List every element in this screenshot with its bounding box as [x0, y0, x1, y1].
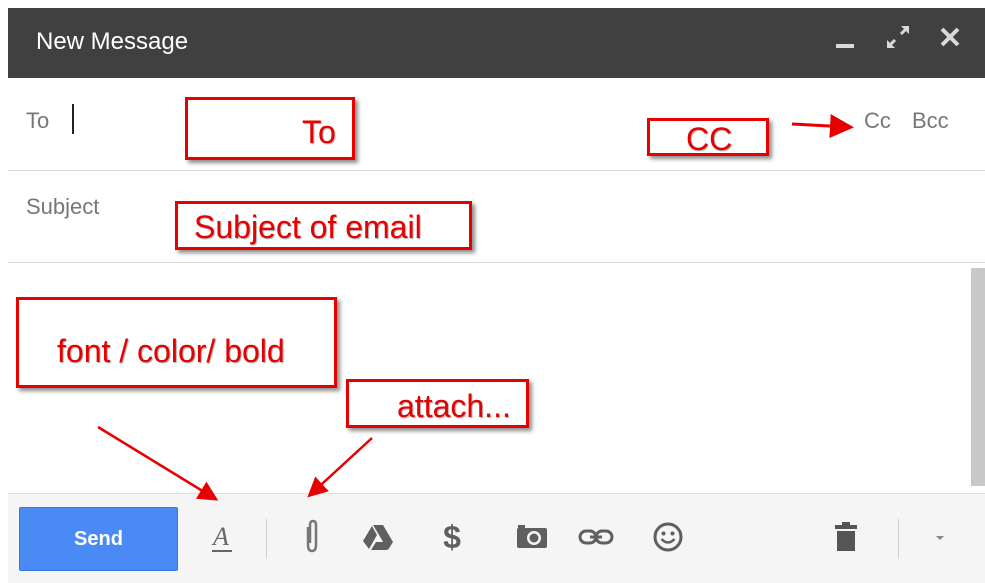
to-row[interactable]: To Cc Bcc: [8, 78, 985, 171]
minimize-button[interactable]: [832, 18, 860, 52]
drive-icon: [363, 525, 393, 550]
discard-button[interactable]: [826, 514, 866, 560]
send-button[interactable]: Send: [19, 507, 178, 571]
body-scrollbar[interactable]: [971, 268, 985, 486]
photo-button[interactable]: [512, 514, 552, 560]
photo-icon: [517, 525, 547, 548]
link-button[interactable]: [576, 514, 616, 560]
close-icon: [940, 27, 960, 47]
annotation-to: To: [185, 97, 355, 160]
cc-link[interactable]: Cc: [864, 108, 891, 134]
minimize-icon: [836, 44, 854, 48]
annotation-attach-text: attach...: [397, 388, 511, 424]
annotation-subject: Subject of email: [175, 201, 472, 250]
link-icon: [578, 529, 614, 545]
trash-icon: [835, 522, 857, 551]
emoji-icon: [653, 522, 683, 552]
annotation-attach: attach...: [346, 379, 529, 428]
annotation-to-text: To: [302, 114, 336, 150]
money-button[interactable]: $: [432, 514, 472, 560]
emoji-button[interactable]: [648, 514, 688, 560]
annotation-subject-text: Subject of email: [194, 209, 422, 245]
more-options-icon: [936, 536, 944, 540]
annotation-font: font / color/ bold: [16, 297, 337, 388]
drive-button[interactable]: [358, 514, 398, 560]
formatting-icon: A: [211, 522, 232, 552]
formatting-button[interactable]: A: [202, 514, 242, 560]
annotation-font-text: font / color/ bold: [57, 333, 285, 369]
annotation-cc-text: CC: [686, 121, 733, 157]
subject-label: Subject: [26, 194, 100, 219]
toolbar-divider: [898, 519, 899, 559]
attach-icon: [306, 519, 318, 553]
more-options-button[interactable]: [920, 514, 960, 560]
to-label: To: [26, 108, 50, 133]
compose-window: New Message To Cc Bcc Subject Send A $ T…: [0, 0, 985, 583]
money-icon: $: [443, 518, 461, 555]
text-cursor: [72, 104, 74, 134]
window-title: New Message: [36, 28, 189, 55]
expand-button[interactable]: [884, 18, 912, 52]
attach-button[interactable]: [292, 514, 332, 560]
subject-row[interactable]: Subject: [8, 170, 985, 263]
svg-text:A: A: [211, 522, 229, 551]
expand-icon: [886, 25, 910, 49]
annotation-cc: CC: [647, 118, 769, 157]
toolbar-divider: [266, 519, 267, 559]
close-button[interactable]: [936, 18, 964, 52]
bcc-link[interactable]: Bcc: [912, 108, 949, 134]
